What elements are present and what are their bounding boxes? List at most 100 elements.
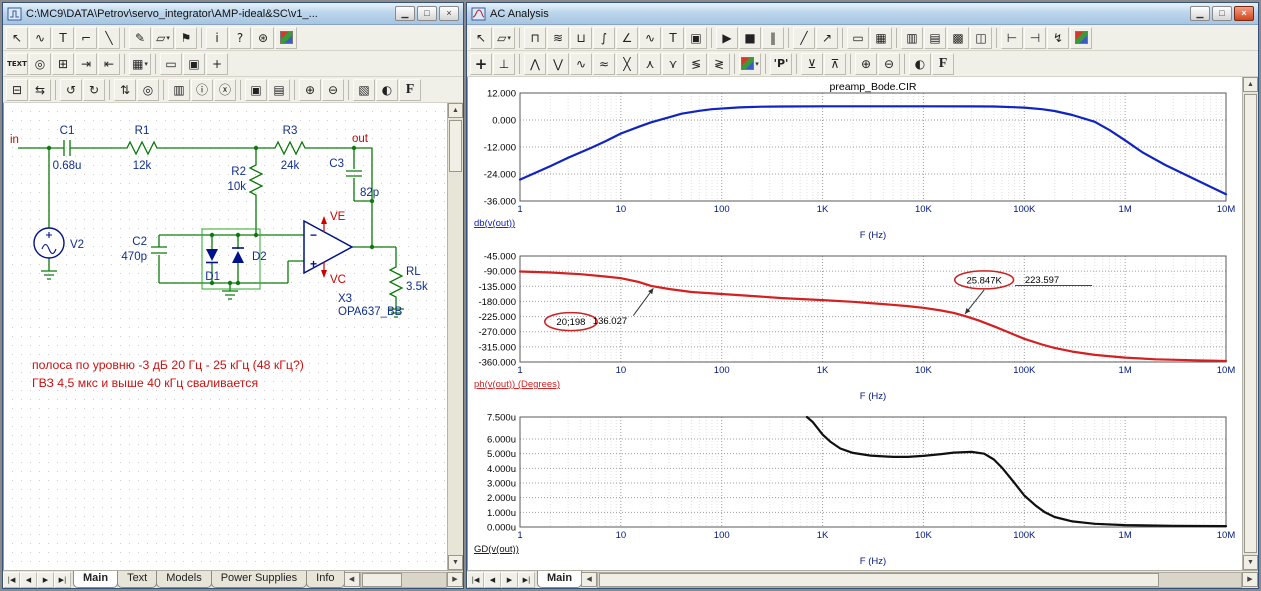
tab-main[interactable]: Main	[73, 571, 119, 588]
horizontal-scroll-track[interactable]	[359, 572, 447, 588]
swap-tool-button[interactable]: ⇆	[29, 78, 51, 101]
copy-button-button[interactable]: ▣	[685, 26, 707, 49]
cursor-right-button-button[interactable]: ⊼	[824, 52, 846, 75]
next-peak-button-button[interactable]: ⋀	[524, 52, 546, 75]
cross-cursor-button-button[interactable]: ╳	[616, 52, 638, 75]
titlebar[interactable]: C:\MC9\DATA\Petrov\servo_integrator\AMP-…	[3, 3, 463, 25]
last-tab-button[interactable]: ▶|	[518, 572, 535, 588]
trace-color-dropdown-button[interactable]: ▾	[739, 52, 761, 75]
vertical-scrollbar[interactable]: ▲ ▼	[1242, 77, 1258, 570]
font-button-button[interactable]: F	[932, 52, 954, 75]
select-tool-button[interactable]: ↖	[470, 26, 492, 49]
vertical-scroll-track[interactable]	[1243, 92, 1258, 555]
flag-tool-button[interactable]: ⚑	[175, 26, 197, 49]
vertical-grid-toggle-button[interactable]: ▥	[901, 26, 923, 49]
split-plots-toggle-button[interactable]: ◫	[970, 26, 992, 49]
scroll-left-button[interactable]: ◀	[581, 572, 598, 587]
titlebar[interactable]: AC Analysis ▁ □ ×	[467, 3, 1258, 25]
arrow-tool-button[interactable]: ↗	[816, 26, 838, 49]
vertical-scrollbar[interactable]: ▲ ▼	[447, 103, 463, 570]
color-palette-tool-button[interactable]	[275, 26, 297, 49]
charts-canvas[interactable]: 1 10 100 1K 10K 100K 1M 10M 12.000 0.000 -12.000 -2…	[467, 77, 1242, 570]
envelope-high-button-button[interactable]: ≷	[708, 52, 730, 75]
border-toggle-button[interactable]: ▭	[160, 52, 182, 75]
scroll-right-button[interactable]: ▶	[447, 572, 463, 587]
component-tool-button[interactable]: ∿	[29, 26, 51, 49]
box-tool-button[interactable]: ⊟	[6, 78, 28, 101]
prev-tab-button[interactable]: ◀	[484, 572, 501, 588]
grid-squares-toggle-button[interactable]: ▦	[870, 26, 892, 49]
title-block-toggle-button[interactable]: ▣	[183, 52, 205, 75]
schematic-canvas[interactable]: C1 0.68u R1 12k R3 24k R2 10k C3 82p C2 …	[3, 103, 447, 570]
diagonal-wire-tool-button[interactable]: ╲	[98, 26, 120, 49]
redo-button-button[interactable]: ↻	[83, 78, 105, 101]
tab-info[interactable]: Info	[306, 571, 345, 588]
scroll-down-button[interactable]: ▼	[1243, 555, 1258, 570]
text-tool-button[interactable]: T	[662, 26, 684, 49]
cursor-mode-button-button[interactable]: +	[470, 52, 492, 75]
graphics-dropdown-button[interactable]: ▱ ▾	[493, 26, 515, 49]
minimize-button[interactable]: ▁	[395, 6, 415, 21]
maximize-button[interactable]: □	[417, 6, 437, 21]
zoom-out-button-button[interactable]: ⊖	[322, 78, 344, 101]
run-button-button[interactable]: ▶	[716, 26, 738, 49]
tab-main[interactable]: Main	[537, 571, 583, 588]
close-button[interactable]: ×	[439, 6, 459, 21]
wire-tool-button[interactable]: ⌐	[75, 26, 97, 49]
undo-button-button[interactable]: ↺	[60, 78, 82, 101]
help-mode-tool-button[interactable]: ?	[229, 26, 251, 49]
slope-tool-button[interactable]: ∠	[616, 26, 638, 49]
zoom-in-button-button[interactable]: ⊕	[855, 52, 877, 75]
close-button[interactable]: ×	[1234, 6, 1254, 21]
exclude-left-button-button[interactable]: ⊢	[1001, 26, 1023, 49]
rectangle-tool-button[interactable]: ▭	[847, 26, 869, 49]
cursor-left-button-button[interactable]: ⊻	[801, 52, 823, 75]
node-voltages-toggle-button[interactable]: ⇥	[75, 52, 97, 75]
first-tab-button[interactable]: |◀	[467, 572, 484, 588]
text-display-toggle-button[interactable]: TEXT	[6, 52, 28, 75]
waveform-tool-button[interactable]: ∿	[639, 26, 661, 49]
node-numbers-toggle-button[interactable]: ⊞	[52, 52, 74, 75]
scroll-up-button[interactable]: ▲	[448, 103, 463, 118]
select-tool-button[interactable]: ↖	[6, 26, 28, 49]
horizontal-scroll-thumb[interactable]	[361, 573, 402, 587]
scroll-right-button[interactable]: ▶	[1242, 572, 1258, 587]
color-settings-button-button[interactable]	[1070, 26, 1092, 49]
next-tab-button[interactable]: ▶	[501, 572, 518, 588]
shape-tool-button[interactable]: ▱ ▾	[152, 26, 174, 49]
horizontal-scrollbar[interactable]: ◀ ▶	[343, 572, 463, 588]
settings-tool-button[interactable]: ⊛	[252, 26, 274, 49]
mode-button-button[interactable]: ▥	[168, 78, 190, 101]
minimize-button[interactable]: ▁	[1190, 6, 1210, 21]
copy-picture-button-button[interactable]: ▣	[245, 78, 267, 101]
font-button-button[interactable]: F	[399, 78, 421, 101]
envelope-low-button-button[interactable]: ≶	[685, 52, 707, 75]
step-box-button-button[interactable]: ⇅	[114, 78, 136, 101]
last-tab-button[interactable]: ▶|	[54, 572, 71, 588]
vertical-scroll-thumb[interactable]	[449, 120, 462, 172]
layers-button-button[interactable]: ▤	[268, 78, 290, 101]
cursor-mode-toggle-button[interactable]: +	[206, 52, 228, 75]
grid-toggle-button[interactable]: ▦ ▾	[129, 52, 151, 75]
maximize-button[interactable]: □	[1212, 6, 1232, 21]
help-globe-button-button[interactable]: ◐	[376, 78, 398, 101]
peak-label-button-button[interactable]: 'P'	[770, 52, 792, 75]
scroll-up-button[interactable]: ▲	[1243, 77, 1258, 92]
scroll-left-button[interactable]: ◀	[343, 572, 360, 587]
integral-tool-button[interactable]: ∫	[593, 26, 615, 49]
stop-button-button[interactable]: ■	[739, 26, 761, 49]
clear-button-button[interactable]: ⓧ	[214, 78, 236, 101]
next-wave-button-button[interactable]: ∿	[570, 52, 592, 75]
tab-power-supplies[interactable]: Power Supplies	[210, 571, 308, 588]
tag-mode-button-button[interactable]: ↯	[1047, 26, 1069, 49]
horizontal-scroll-track[interactable]	[597, 572, 1242, 588]
vertical-scroll-thumb[interactable]	[1244, 94, 1257, 553]
zoom-in-button-button[interactable]: ⊕	[299, 78, 321, 101]
scroll-down-button[interactable]: ▼	[448, 555, 463, 570]
measure-vertical-tool-button[interactable]: ≋	[547, 26, 569, 49]
exclude-right-button-button[interactable]: ⊣	[1024, 26, 1046, 49]
horizontal-grid-toggle-button[interactable]: ▤	[924, 26, 946, 49]
full-grid-toggle-button[interactable]: ▩	[947, 26, 969, 49]
tab-text[interactable]: Text	[117, 571, 158, 588]
line-tool-button[interactable]: ╱	[793, 26, 815, 49]
